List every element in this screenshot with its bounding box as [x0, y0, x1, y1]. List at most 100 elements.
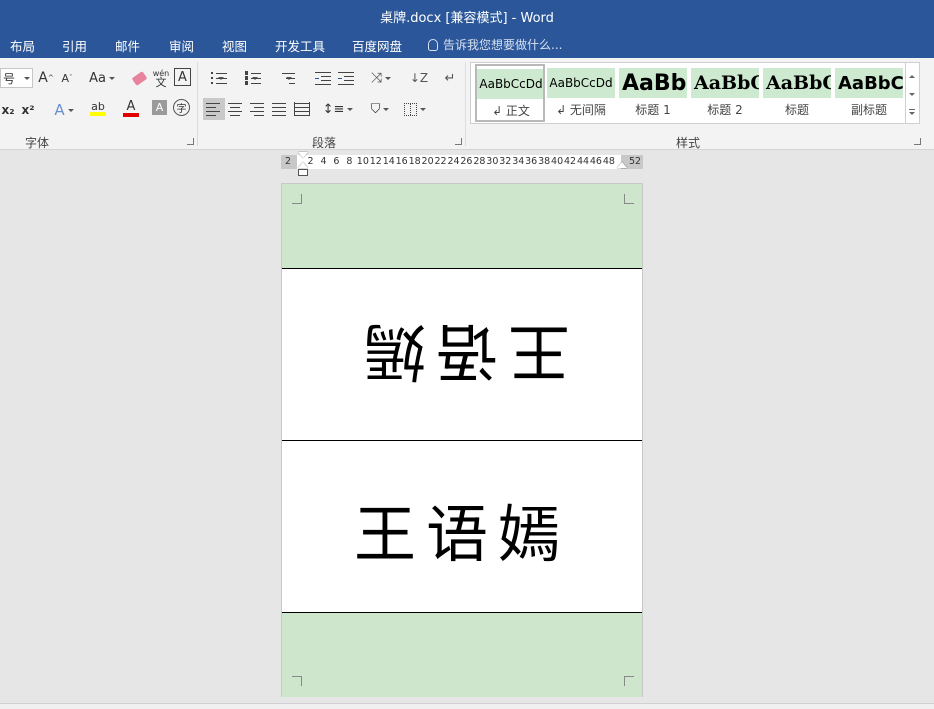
bullets-icon [211, 71, 227, 85]
font-color-button[interactable]: A [116, 98, 146, 118]
ruler-tick-label: 16 [395, 156, 408, 167]
chevron-down-icon[interactable] [909, 93, 915, 96]
ruler-tick-label: 6 [333, 156, 340, 167]
numbering-icon [245, 71, 261, 85]
ruler-tick-label: 26 [460, 156, 473, 167]
style-normal[interactable]: AaBbCcDd ↲ 正文 [475, 64, 545, 122]
ruler-tick-label: 28 [473, 156, 486, 167]
chevron-up-icon[interactable] [909, 75, 915, 78]
bottom-shading-band [282, 613, 642, 697]
paint-bucket-icon: ⛉ [370, 101, 381, 117]
lightbulb-icon [428, 39, 438, 51]
justify-button[interactable] [270, 99, 290, 119]
increase-indent-button[interactable] [336, 68, 356, 88]
tab-review[interactable]: 审阅 [169, 36, 194, 55]
distributed-button[interactable] [292, 99, 312, 119]
align-left-button[interactable] [203, 98, 225, 120]
paragraph-dialog-launcher[interactable] [455, 138, 462, 145]
right-indent-marker[interactable] [617, 162, 627, 168]
chinese-layout-button[interactable]: ⤨ [367, 68, 395, 88]
subscript-button[interactable]: x₂ [0, 100, 16, 120]
ruler-tick-label: 48 [602, 156, 615, 167]
style-title[interactable]: AaBbC 标题 [763, 65, 831, 121]
grow-font-button[interactable]: A ^ [37, 68, 55, 88]
tell-me-text: 告诉我您想要做什么... [443, 38, 563, 52]
horizontal-ruler[interactable]: 2 52 2 4 6 8 10 12 14 16 18 20 22 24 26 28 30 32 34 36 38 4… [281, 152, 643, 176]
left-indent-marker[interactable] [298, 169, 308, 176]
document-page[interactable]: 王语嫣 王语嫣 [281, 183, 643, 697]
more-styles-icon[interactable] [909, 109, 915, 110]
tab-baidu-netdisk[interactable]: 百度网盘 [352, 36, 402, 55]
change-case-button[interactable]: Aa [87, 68, 117, 88]
font-dialog-launcher[interactable] [187, 138, 194, 145]
align-center-icon [228, 102, 244, 116]
name-card-front-text[interactable]: 王语嫣 [282, 484, 642, 574]
text-effects-button[interactable]: A [51, 100, 77, 120]
group-separator [197, 62, 198, 146]
hanging-indent-marker[interactable] [298, 162, 308, 168]
ruler-tick-label: 4 [320, 156, 327, 167]
decrease-indent-button[interactable] [313, 68, 333, 88]
gallery-scrollbar[interactable] [906, 62, 920, 124]
numbering-button[interactable] [239, 68, 267, 88]
styles-dialog-launcher[interactable] [914, 138, 921, 145]
tab-references[interactable]: 引用 [62, 36, 87, 55]
character-border-button[interactable]: A [174, 68, 191, 86]
highlight-button[interactable]: ab [83, 98, 113, 118]
superscript-button[interactable]: x² [20, 100, 36, 120]
crop-mark-bottom-left [292, 676, 302, 686]
style-subtitle[interactable]: AaBbC 副标题 [835, 65, 903, 121]
chevron-down-icon [67, 108, 74, 112]
align-right-button[interactable] [248, 99, 268, 119]
highlight-color-bar [90, 111, 106, 116]
font-size-fragment: 号 [3, 71, 16, 86]
expand-gallery-icon[interactable] [909, 112, 915, 115]
group-separator [465, 62, 466, 146]
ruler-tick-label: 20 [421, 156, 434, 167]
show-marks-button[interactable]: ↵ [442, 68, 458, 88]
justify-icon [272, 102, 288, 116]
ruler-right-value: 52 [629, 156, 642, 167]
style-no-spacing[interactable]: AaBbCcDd ↲ 无间隔 [547, 65, 615, 121]
borders-button[interactable] [400, 99, 430, 119]
ribbon: 号 A ^ Aˇ Aa wén 文 A x₂ x² A ab A A 字 字体 ⤨ … [0, 58, 934, 150]
sort-icon: ↓Z [409, 71, 429, 85]
tab-mailings[interactable]: 邮件 [115, 36, 140, 55]
tab-view[interactable]: 视图 [222, 36, 247, 55]
style-heading-1[interactable]: AaBb 标题 1 [619, 65, 687, 121]
tell-me-box[interactable]: 告诉我您想要做什么... [428, 36, 562, 53]
shading-button[interactable]: ⛉ [365, 99, 395, 119]
multilevel-list-button[interactable] [273, 68, 301, 88]
bullets-button[interactable] [205, 68, 233, 88]
ruler-tick-label: 12 [369, 156, 382, 167]
paragraph-group-label: 段落 [312, 136, 337, 150]
ruler-tick-label: 30 [486, 156, 499, 167]
chevron-down-icon [383, 107, 390, 111]
ruler-tick-label: 14 [382, 156, 395, 167]
name-card-back-text[interactable]: 王语嫣 [282, 312, 642, 402]
shrink-font-button[interactable]: Aˇ [58, 68, 76, 88]
clear-formatting-button[interactable] [130, 68, 148, 88]
ruler-tick-label: 2 [307, 156, 314, 167]
chevron-down-icon [347, 107, 354, 111]
font-color-bar [123, 112, 139, 117]
ruler-tick-label: 42 [564, 156, 577, 167]
chevron-down-icon [385, 76, 392, 80]
style-heading-2[interactable]: AaBbC 标题 2 [691, 65, 759, 121]
line-spacing-button[interactable]: ↕≡ [323, 99, 354, 119]
ribbon-tabs: 布局 引用 邮件 审阅 视图 开发工具 百度网盘 告诉我您想要做什么... [0, 30, 934, 58]
ruler-tick-label: 44 [576, 156, 590, 167]
ruler-tick-label: 38 [538, 156, 551, 167]
tab-developer[interactable]: 开发工具 [275, 36, 325, 55]
character-shading-button[interactable]: A [152, 100, 167, 115]
tab-layout[interactable]: 布局 [10, 36, 35, 55]
sort-button[interactable]: ↓Z [408, 68, 430, 88]
first-line-indent-marker[interactable] [298, 152, 308, 158]
enclose-characters-button[interactable]: 字 [173, 99, 190, 116]
font-size-box[interactable]: 号 [0, 68, 33, 88]
ruler-tick-label: 10 [356, 156, 369, 167]
align-center-button[interactable] [226, 99, 246, 119]
chevron-down-icon [24, 76, 31, 80]
phonetic-guide-button[interactable]: wén 文 [151, 66, 171, 90]
crop-mark-top-left [292, 194, 302, 204]
